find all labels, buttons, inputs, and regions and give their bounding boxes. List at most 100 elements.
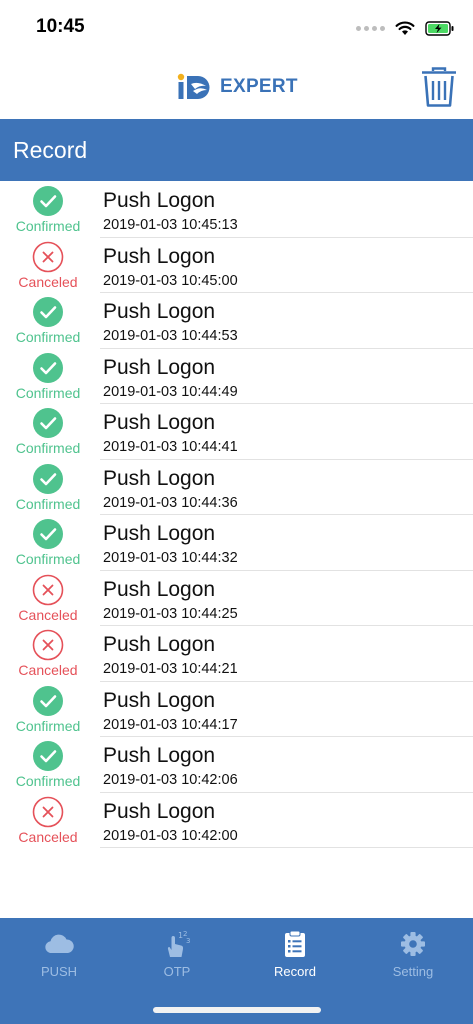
confirmed-check-icon	[33, 186, 63, 216]
tab-label: Setting	[392, 964, 434, 979]
record-status: Confirmed	[0, 296, 96, 345]
record-timestamp: 2019-01-03 10:44:32	[103, 550, 238, 566]
canceled-x-icon	[32, 629, 64, 661]
canceled-x-icon	[32, 796, 64, 827]
cloud-icon	[45, 934, 74, 953]
record-title: Push Logon	[103, 744, 216, 767]
battery-charging-icon	[425, 20, 454, 36]
record-status: Canceled	[0, 241, 96, 290]
tab-setting[interactable]: Setting	[354, 918, 472, 988]
record-row[interactable]: Confirmed Push Logon 2019-01-03 10:44:32	[0, 515, 473, 571]
record-timestamp: 2019-01-03 10:44:21	[103, 661, 238, 677]
record-title: Push Logon	[103, 355, 216, 379]
confirmed-check-icon	[33, 408, 63, 438]
delete-all-button[interactable]	[419, 66, 459, 108]
record-status-label: Canceled	[18, 828, 78, 845]
record-row[interactable]: Canceled Push Logon 2019-01-03 10:44:21	[0, 626, 473, 682]
record-row[interactable]: Canceled Push Logon 2019-01-03 10:45:00	[0, 238, 473, 294]
tab-label: PUSH	[40, 964, 78, 979]
record-title: Push Logon	[103, 244, 216, 268]
confirmed-check-icon	[33, 352, 63, 383]
record-status: Confirmed	[0, 518, 96, 567]
tab-label: Record	[274, 964, 316, 979]
tab-label: OTP	[163, 964, 191, 979]
record-status: Confirmed	[0, 185, 96, 234]
record-title: Push Logon	[103, 466, 216, 490]
record-status: Canceled	[0, 574, 96, 623]
record-timestamp: 2019-01-03 10:45:13	[103, 217, 238, 233]
record-row[interactable]: Confirmed Push Logon 2019-01-03 10:42:06	[0, 737, 473, 793]
record-row[interactable]: Confirmed Push Logon 2019-01-03 10:44:53	[0, 293, 473, 349]
record-status: Confirmed	[0, 463, 96, 512]
record-status-label: Canceled	[18, 273, 78, 290]
record-title: Push Logon	[103, 411, 216, 434]
record-timestamp: 2019-01-03 10:44:25	[103, 605, 238, 622]
record-title: Push Logon	[103, 633, 216, 656]
record-status-label: Confirmed	[15, 495, 81, 512]
record-timestamp: 2019-01-03 10:45:00	[103, 272, 238, 289]
record-status: Confirmed	[0, 685, 96, 734]
touch-123-icon: 1 2 3	[167, 930, 190, 957]
idexpert-logo: EXPERT	[176, 72, 298, 102]
record-row[interactable]: Canceled Push Logon 2019-01-03 10:42:00	[0, 793, 473, 849]
record-timestamp: 2019-01-03 10:42:00	[103, 827, 238, 844]
record-status-label: Confirmed	[15, 717, 81, 734]
status-bar: 10:45	[0, 0, 473, 56]
confirmed-check-icon	[33, 297, 63, 327]
confirmed-check-icon	[33, 741, 63, 771]
confirmed-check-icon	[33, 463, 63, 494]
record-title: Push Logon	[103, 799, 216, 823]
record-timestamp: 2019-01-03 10:44:36	[103, 494, 238, 511]
tab-otp[interactable]: 1 2 3 OTP	[118, 918, 236, 988]
record-timestamp: 2019-01-03 10:44:41	[103, 439, 238, 455]
app-header: EXPERT	[0, 56, 473, 118]
id-logo-mark-icon	[177, 73, 210, 99]
record-title: Push Logon	[103, 577, 216, 601]
record-status: Canceled	[0, 629, 96, 678]
status-time: 10:45	[36, 16, 85, 37]
record-row[interactable]: Confirmed Push Logon 2019-01-03 10:44:17	[0, 682, 473, 738]
record-title: Push Logon	[103, 189, 216, 212]
record-status-label: Confirmed	[15, 384, 81, 401]
page-title: Record	[13, 137, 88, 163]
canceled-x-icon	[32, 241, 64, 272]
confirmed-check-icon	[33, 685, 63, 716]
record-timestamp: 2019-01-03 10:42:06	[103, 772, 238, 788]
gear-icon	[401, 932, 425, 956]
record-row[interactable]: Confirmed Push Logon 2019-01-03 10:44:41	[0, 404, 473, 460]
cellular-signal-icon	[356, 25, 385, 31]
canceled-x-icon	[32, 574, 64, 605]
record-status: Canceled	[0, 796, 96, 845]
record-status-label: Confirmed	[15, 773, 81, 789]
record-row[interactable]: Canceled Push Logon 2019-01-03 10:44:25	[0, 571, 473, 627]
record-status-label: Confirmed	[15, 218, 81, 234]
record-status-label: Confirmed	[15, 440, 81, 456]
record-title: Push Logon	[103, 300, 216, 323]
record-status-label: Confirmed	[15, 329, 81, 345]
clipboard-icon	[285, 930, 305, 957]
confirmed-check-icon	[33, 519, 63, 549]
record-status-label: Canceled	[18, 662, 78, 678]
record-timestamp: 2019-01-03 10:44:17	[103, 716, 238, 733]
record-timestamp: 2019-01-03 10:44:49	[103, 383, 238, 400]
record-list[interactable]: Confirmed Push Logon 2019-01-03 10:45:13 C…	[0, 182, 473, 848]
record-status-label: Confirmed	[15, 551, 81, 567]
wifi-icon	[395, 21, 415, 35]
record-status: Confirmed	[0, 740, 96, 789]
record-row[interactable]: Confirmed Push Logon 2019-01-03 10:44:36	[0, 460, 473, 516]
record-status: Confirmed	[0, 407, 96, 456]
record-row[interactable]: Confirmed Push Logon 2019-01-03 10:45:13	[0, 182, 473, 238]
tab-record[interactable]: Record	[236, 918, 354, 988]
record-timestamp: 2019-01-03 10:44:53	[103, 328, 238, 344]
logo-text: EXPERT	[220, 76, 298, 97]
home-indicator[interactable]	[153, 1007, 321, 1013]
record-title: Push Logon	[103, 688, 216, 712]
page-title-bar: Record	[0, 119, 473, 181]
record-title: Push Logon	[103, 522, 216, 545]
record-status-label: Canceled	[18, 606, 78, 623]
tab-push[interactable]: PUSH	[0, 918, 118, 988]
record-row[interactable]: Confirmed Push Logon 2019-01-03 10:44:49	[0, 349, 473, 405]
record-status: Confirmed	[0, 352, 96, 401]
status-icons	[356, 18, 455, 38]
svg-text:3: 3	[186, 937, 190, 945]
